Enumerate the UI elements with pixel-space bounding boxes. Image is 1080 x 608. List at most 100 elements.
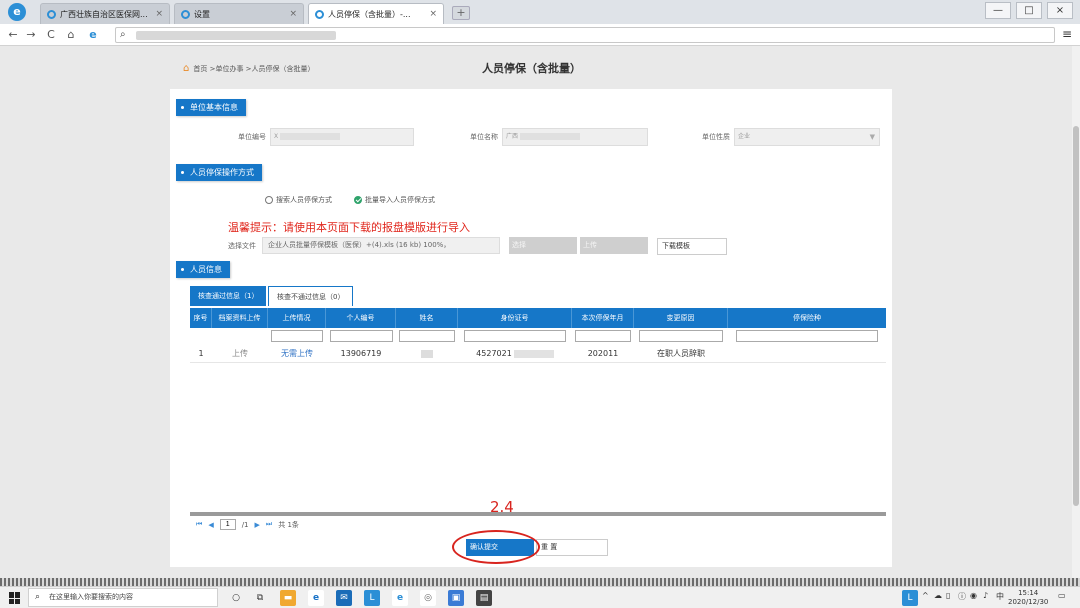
edge-icon[interactable]: e — [308, 590, 324, 606]
choose-button[interactable]: 选择 — [509, 237, 577, 254]
tray-device-icon[interactable]: ▯ — [946, 591, 950, 600]
address-bar: ← → C ⌂ e ⌕ ≡ — [0, 24, 1080, 46]
filter-input[interactable] — [326, 328, 396, 344]
close-window-button[interactable]: × — [1047, 2, 1073, 19]
unit-type-label: 单位性质 — [702, 133, 730, 141]
filter-input[interactable] — [458, 328, 572, 344]
close-icon[interactable]: × — [289, 9, 297, 19]
tray-network-icon[interactable]: ☁ — [934, 591, 942, 600]
tab-check-passed[interactable]: 核查通过信息（1） — [190, 286, 267, 306]
home-icon[interactable]: ⌂ — [64, 28, 78, 42]
close-icon[interactable]: × — [155, 9, 163, 19]
col-file-upload[interactable]: 档案资料上传 — [212, 308, 268, 328]
tab-stop-insurance[interactable]: 人员停保（含批量）-... × — [308, 3, 444, 24]
chevron-down-icon: ▼ — [869, 133, 875, 141]
section-operation-mode: 人员停保操作方式 — [176, 164, 262, 181]
col-change-reason[interactable]: 变更原因 — [634, 308, 728, 328]
app-window-icon[interactable]: ▣ — [448, 590, 464, 606]
reload-icon[interactable]: C — [44, 28, 58, 42]
table-row[interactable]: 1 上传 无需上传 13906719 4527021 202011 在职人员辞职 — [190, 345, 886, 363]
scroll-thumb[interactable] — [1073, 126, 1079, 506]
col-index[interactable]: 序号 — [190, 308, 212, 328]
tab-medical-insurance-site[interactable]: 广西壮族自治区医保网... × — [40, 3, 170, 24]
file-path-field[interactable]: 企业人员批量停保模板（医保）+(4).xls (16 kb) 100%， — [262, 237, 500, 254]
table-horizontal-scrollbar[interactable] — [190, 512, 886, 516]
mail-icon[interactable]: ✉ — [336, 590, 352, 606]
page-number-input[interactable] — [219, 519, 236, 530]
reset-button[interactable]: 重 置 — [536, 539, 608, 556]
browser-tab-bar: e 广西壮族自治区医保网... × 设置 × 人员停保（含批量）-... × +… — [0, 0, 1080, 24]
tab-favicon-icon — [47, 9, 56, 19]
section-unit-info: 单位基本信息 — [176, 99, 246, 116]
filter-input[interactable] — [396, 328, 458, 344]
download-template-button[interactable]: 下载模板 — [657, 238, 727, 255]
forward-icon[interactable]: → — [24, 28, 38, 42]
prev-page-icon[interactable]: ◀ — [208, 521, 213, 529]
radio-checked-icon[interactable] — [354, 196, 362, 204]
notification-icon[interactable]: ▭ — [1058, 591, 1066, 600]
back-icon[interactable]: ← — [6, 28, 20, 42]
menu-icon[interactable]: ≡ — [1062, 27, 1072, 41]
tray-wifi-icon[interactable]: ◉ — [970, 591, 977, 600]
media-icon[interactable]: ◎ — [420, 590, 436, 606]
tray-info-icon[interactable]: ⓘ — [958, 591, 966, 602]
filter-input[interactable] — [268, 328, 326, 344]
home-icon[interactable]: ⌂ — [183, 63, 189, 74]
col-stop-month[interactable]: 本次停保年月 — [572, 308, 634, 328]
url-redacted — [136, 31, 336, 40]
col-personal-id[interactable]: 个人编号 — [326, 308, 396, 328]
terminal-icon[interactable]: ▤ — [476, 590, 492, 606]
windows-start-icon[interactable] — [9, 592, 21, 604]
taskbar-separator — [0, 578, 1080, 586]
filter-input[interactable] — [634, 328, 728, 344]
unit-name-label: 单位名称 — [470, 133, 498, 141]
section-people-info: 人员信息 — [176, 261, 230, 278]
tray-app-l-icon[interactable]: L — [902, 590, 918, 606]
tab-check-failed[interactable]: 核查不通过信息（0） — [268, 286, 354, 306]
next-page-icon[interactable]: ▶ — [255, 521, 260, 529]
minimize-button[interactable]: — — [985, 2, 1011, 19]
page-title: 人员停保（含批量） — [482, 62, 581, 75]
input-language[interactable]: 中 — [996, 591, 1004, 602]
taskbar-clock[interactable]: 15:14 2020/12/30 — [1008, 589, 1048, 607]
tray-chevron-icon[interactable]: ^ — [922, 591, 929, 600]
browser-taskbar-icon[interactable]: e — [392, 590, 408, 606]
close-icon[interactable]: × — [429, 9, 437, 19]
url-input[interactable]: ⌕ — [115, 27, 1055, 43]
file-explorer-icon[interactable]: ▬ — [280, 590, 296, 606]
annotation-label: 2.4 — [490, 498, 514, 516]
tray-volume-icon[interactable]: ♪ — [983, 591, 988, 600]
search-icon: ⌕ — [35, 592, 41, 602]
name-cell — [396, 345, 458, 362]
col-upload-status[interactable]: 上传情况 — [268, 308, 326, 328]
filter-input[interactable] — [572, 328, 634, 344]
tab-favicon-icon — [181, 9, 190, 19]
page-scrollbar[interactable] — [1072, 46, 1080, 578]
unit-number-label: 单位编号 — [238, 133, 266, 141]
new-tab-button[interactable]: + — [452, 6, 470, 20]
radio-search-mode[interactable]: 搜索人员停保方式 — [265, 195, 332, 205]
filter-input[interactable] — [728, 328, 886, 344]
annotation-circle — [452, 530, 540, 564]
tab-favicon-icon — [315, 9, 324, 19]
col-insurance-type[interactable]: 停保险种 — [728, 308, 886, 328]
upload-link[interactable]: 上传 — [212, 345, 268, 362]
tab-settings[interactable]: 设置 × — [174, 3, 304, 24]
import-tip: 温馨提示：请使用本页面下载的报盘模版进行导入 — [228, 221, 470, 234]
choose-file-label: 选择文件 — [228, 242, 256, 250]
col-name[interactable]: 姓名 — [396, 308, 458, 328]
maximize-button[interactable]: □ — [1016, 2, 1042, 19]
radio-batch-import-mode[interactable]: 批量导入人员停保方式 — [354, 195, 435, 205]
no-upload-needed-link[interactable]: 无需上传 — [268, 345, 326, 362]
taskbar-search-input[interactable]: ⌕ 在这里输入你要搜索的内容 — [28, 588, 218, 607]
app-l-icon[interactable]: L — [364, 590, 380, 606]
radio-unchecked-icon[interactable] — [265, 196, 273, 204]
cortana-icon[interactable]: ○ — [228, 590, 244, 606]
col-id-card[interactable]: 身份证号 — [458, 308, 572, 328]
last-page-icon[interactable]: ⏭ — [266, 520, 272, 529]
first-page-icon[interactable]: ⏮ — [196, 520, 202, 529]
browser-shield-icon[interactable]: e — [86, 28, 100, 42]
task-view-icon[interactable]: ⧉ — [252, 590, 268, 606]
browser-logo-icon: e — [8, 3, 26, 21]
upload-button[interactable]: 上传 — [580, 237, 648, 254]
